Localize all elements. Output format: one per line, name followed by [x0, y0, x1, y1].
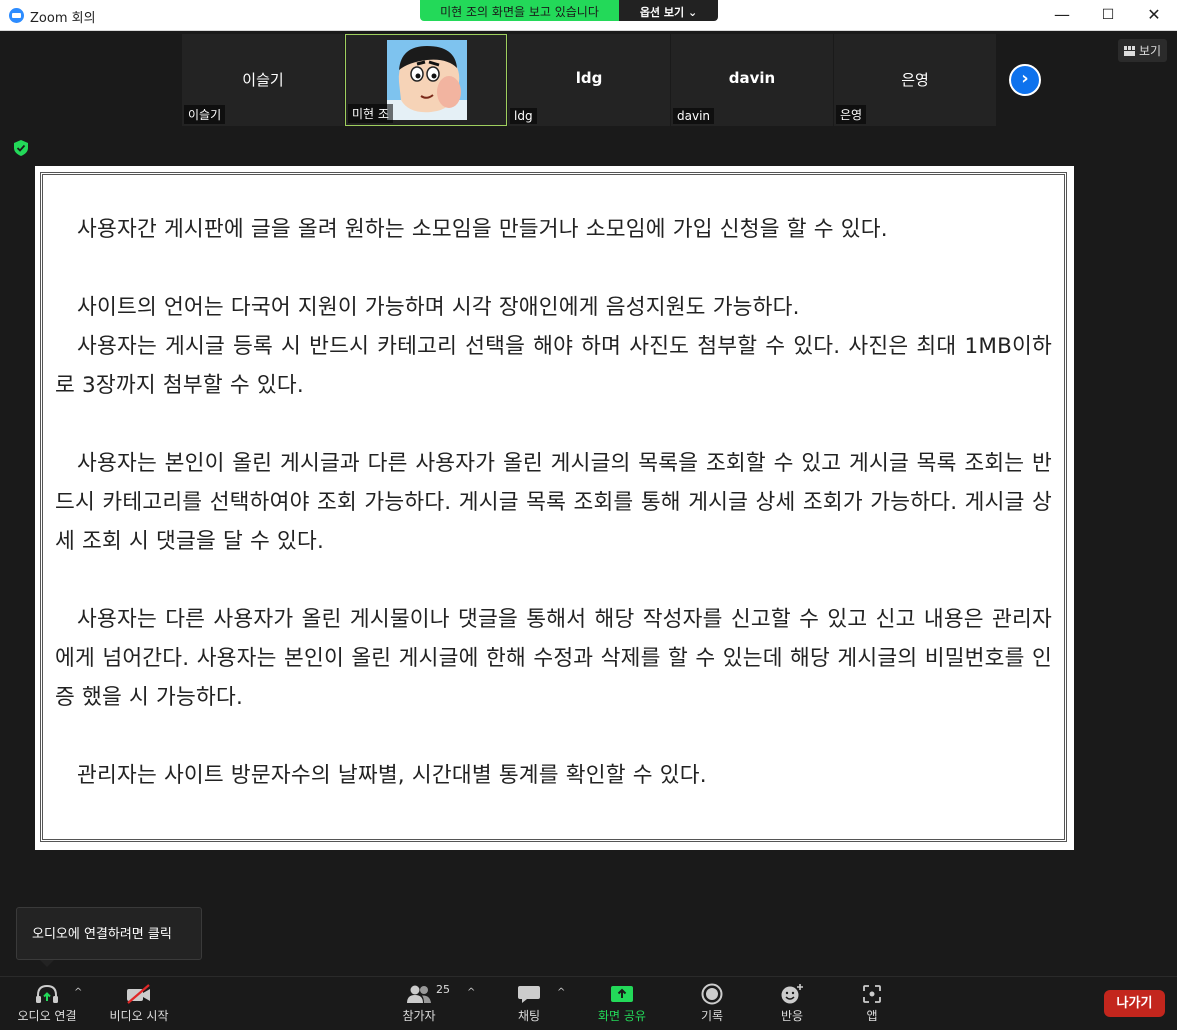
- record-button[interactable]: 기록: [694, 981, 730, 1024]
- next-page-arrow-icon[interactable]: ›: [1009, 64, 1041, 96]
- participant-label: 은영: [836, 105, 867, 124]
- participant-tile[interactable]: 은영 은영: [834, 34, 996, 126]
- video-off-icon: [127, 984, 150, 1004]
- reactions-label: 반응: [780, 1009, 804, 1023]
- emoji-plus-icon: [781, 984, 803, 1004]
- apps-label: 앱: [866, 1009, 878, 1023]
- audio-caret-icon[interactable]: ^: [74, 987, 82, 998]
- participant-avatar: [387, 40, 467, 120]
- participant-center-name: davin: [728, 69, 776, 87]
- apps-button[interactable]: 앱: [856, 981, 888, 1024]
- headphones-icon: [36, 984, 58, 1003]
- join-audio-button[interactable]: 오디오 연결: [13, 981, 81, 1024]
- document-paragraph: 사용자는 다른 사용자가 올린 게시물이나 댓글을 통해서 해당 작성자를 신고…: [55, 607, 1052, 710]
- zoom-logo-icon: [9, 8, 24, 23]
- start-video-button[interactable]: 비디오 시작: [106, 981, 172, 1024]
- chat-icon: [518, 986, 540, 1003]
- share-screen-icon: [611, 986, 633, 1002]
- join-audio-label: 오디오 연결: [17, 1009, 77, 1023]
- participant-tile[interactable]: ldg ldg: [508, 34, 670, 126]
- audio-tooltip: 오디오에 연결하려면 클릭: [16, 907, 202, 960]
- document-paragraph: 사용자간 게시판에 글을 올려 원하는 소모임을 만들거나 소모임에 가입 신청…: [77, 217, 888, 242]
- view-button[interactable]: 보기: [1118, 39, 1168, 62]
- meeting-stage: 이슬기 이슬기 미현 조 ldg ldg davin davin 은영 은영 ›…: [0, 31, 1177, 976]
- document-paragraph: 사용자는 게시글 등록 시 반드시 카테고리 선택을 해야 하며 사진도 첨부할…: [55, 334, 1052, 398]
- participant-tile[interactable]: davin davin: [671, 34, 833, 126]
- participant-center-name: 은영: [901, 71, 929, 89]
- close-button[interactable]: ✕: [1131, 0, 1177, 31]
- apps-icon: [863, 985, 881, 1003]
- view-options-button[interactable]: 옵션 보기 ⌄: [619, 0, 718, 21]
- participant-label: ldg: [510, 108, 537, 124]
- participant-center-name: ldg: [575, 69, 603, 87]
- maximize-button[interactable]: ☐: [1085, 0, 1131, 31]
- chat-label: 채팅: [517, 1009, 541, 1023]
- chat-caret-icon[interactable]: ^: [557, 987, 565, 998]
- share-screen-button[interactable]: 화면 공유: [592, 981, 652, 1024]
- leave-button[interactable]: 나가기: [1104, 990, 1165, 1017]
- window-title: Zoom 회의: [30, 11, 96, 26]
- participant-tile[interactable]: 이슬기 이슬기: [182, 34, 344, 126]
- record-icon: [701, 983, 723, 1005]
- participants-icon: [407, 985, 431, 1003]
- participant-center-name: 이슬기: [242, 71, 284, 89]
- grid-icon: [1124, 45, 1135, 56]
- meeting-toolbar: 오디오 연결 ^ 비디오 시작 25 참가자 ^ 채팅 ^ 화면 공유 기록 반…: [0, 976, 1177, 1030]
- share-screen-label: 화면 공유: [598, 1009, 646, 1023]
- participants-label: 참가자: [402, 1009, 436, 1023]
- participants-caret-icon[interactable]: ^: [467, 987, 475, 998]
- share-banner: 미현 조의 화면을 보고 있습니다 옵션 보기 ⌄: [420, 0, 718, 21]
- document-paragraph: 사용자는 본인이 올린 게시글과 다른 사용자가 올린 게시글의 목록을 조회할…: [55, 451, 1052, 554]
- reactions-button[interactable]: 반응: [774, 981, 810, 1024]
- share-status-text: 미현 조의 화면을 보고 있습니다: [420, 0, 619, 21]
- participant-label: 이슬기: [184, 105, 226, 124]
- document-paragraph: 관리자는 사이트 방문자수의 날짜별, 시간대별 통계를 확인할 수 있다.: [77, 763, 707, 788]
- participant-label: 미현 조: [348, 104, 393, 123]
- participant-label: davin: [673, 108, 715, 124]
- shared-screen: 사용자간 게시판에 글을 올려 원하는 소모임을 만들거나 소모임에 가입 신청…: [35, 166, 1074, 850]
- document-body: 사용자간 게시판에 글을 올려 원하는 소모임을 만들거나 소모임에 가입 신청…: [55, 210, 1052, 795]
- document-paragraph: 사이트의 언어는 다국어 지원이 가능하며 시각 장애인에게 음성지원도 가능하…: [77, 295, 800, 320]
- shield-check-icon[interactable]: [14, 140, 28, 156]
- view-button-label: 보기: [1139, 44, 1162, 58]
- participants-button[interactable]: 25 참가자: [396, 981, 450, 1024]
- participants-count: 25: [436, 983, 450, 996]
- minimize-button[interactable]: —: [1039, 0, 1085, 31]
- participant-tile-active-speaker[interactable]: 미현 조: [345, 34, 507, 126]
- participant-gallery: 이슬기 이슬기 미현 조 ldg ldg davin davin 은영 은영: [182, 34, 996, 126]
- chat-button[interactable]: 채팅: [510, 981, 548, 1024]
- start-video-label: 비디오 시작: [109, 1009, 169, 1023]
- record-label: 기록: [700, 1009, 724, 1023]
- tooltip-tail: [40, 960, 54, 967]
